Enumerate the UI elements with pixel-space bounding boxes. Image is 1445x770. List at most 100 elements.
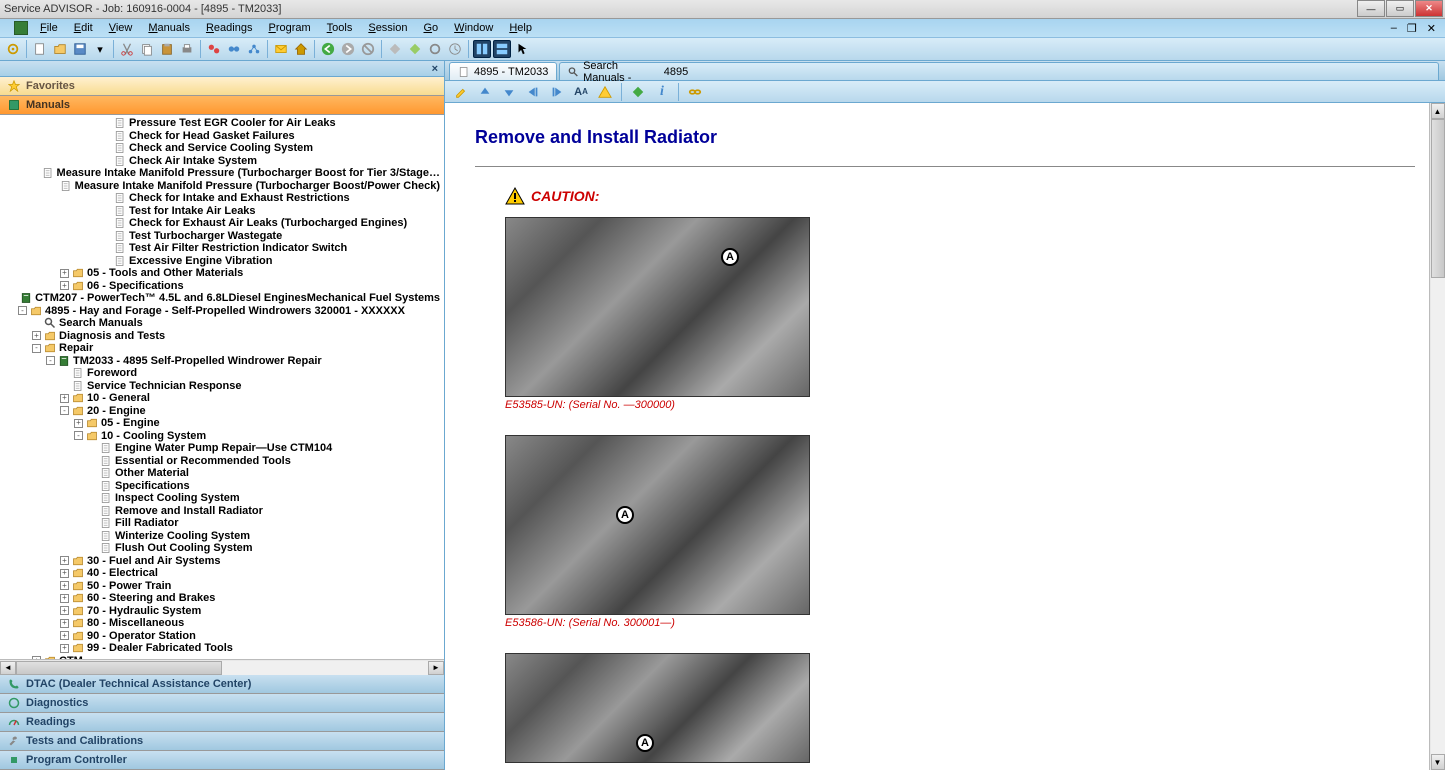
panel-close-icon[interactable]: × [432,63,438,75]
doc-diamond-icon[interactable] [628,83,648,101]
expand-icon[interactable]: + [60,631,69,640]
tool-view2-icon[interactable] [493,40,511,58]
expand-icon[interactable]: + [32,331,41,340]
doc-up-icon[interactable] [475,83,495,101]
tree-item[interactable]: +99 - Dealer Fabricated Tools [0,642,444,655]
tool-new-icon[interactable] [31,40,49,58]
expand-icon[interactable]: + [60,281,69,290]
collapse-icon[interactable]: - [74,431,83,440]
tool-view1-icon[interactable] [473,40,491,58]
search-tab[interactable]: Search Manuals - [559,62,1439,80]
tree-item[interactable]: +05 - Tools and Other Materials [0,267,444,280]
doc-info-icon[interactable]: i [652,83,672,101]
tool-clock-icon[interactable] [446,40,464,58]
tree-item[interactable]: +70 - Hydraulic System [0,605,444,618]
mdi-minimize[interactable]: – [1388,22,1400,35]
tree-item[interactable]: +05 - Engine [0,417,444,430]
tree-item[interactable]: Search Manuals [0,317,444,330]
scroll-down-icon[interactable]: ▼ [1431,754,1445,770]
menu-session[interactable]: Session [360,22,415,34]
tree-item[interactable]: +40 - Electrical [0,567,444,580]
doc-down-icon[interactable] [499,83,519,101]
doc-prev-icon[interactable] [523,83,543,101]
expand-icon[interactable]: + [60,594,69,603]
tree-item[interactable]: +90 - Operator Station [0,630,444,643]
tab-manuals[interactable]: Manuals [0,96,444,115]
tree-item[interactable]: +80 - Miscellaneous [0,617,444,630]
doc-vscroll[interactable]: ▲ ▼ [1429,103,1445,770]
expand-icon[interactable]: + [60,269,69,278]
tool-network-icon[interactable] [245,40,263,58]
tab-readings[interactable]: Readings [0,713,444,732]
menu-go[interactable]: Go [415,22,446,34]
expand-icon[interactable]: + [60,581,69,590]
minimize-button[interactable]: — [1357,0,1385,17]
tree-item[interactable]: +60 - Steering and Brakes [0,592,444,605]
maximize-button[interactable]: ▭ [1386,0,1414,17]
tool-cut-icon[interactable] [118,40,136,58]
collapse-icon[interactable]: - [60,406,69,415]
tree-item[interactable]: Inspect Cooling System [0,492,444,505]
tree-item[interactable]: Check for Exhaust Air Leaks (Turbocharge… [0,217,444,230]
tree-item[interactable]: Measure Intake Manifold Pressure (Turboc… [0,167,444,180]
tree-item[interactable]: Pressure Test EGR Cooler for Air Leaks [0,117,444,130]
tree-item[interactable]: Other Material [0,467,444,480]
tree-item[interactable]: Remove and Install Radiator [0,505,444,518]
tree-item[interactable]: Specifications [0,480,444,493]
scroll-right-icon[interactable]: ► [428,661,444,675]
tool-open-icon[interactable] [51,40,69,58]
expand-icon[interactable]: + [60,619,69,628]
tree-item[interactable]: -10 - Cooling System [0,430,444,443]
tree-item[interactable]: CTM207 - PowerTech™ 4.5L and 6.8LDiesel … [0,292,444,305]
doc-warn-icon[interactable] [595,83,615,101]
tool-diamond2-icon[interactable] [406,40,424,58]
tree-item[interactable]: Check for Head Gasket Failures [0,130,444,143]
doc-find-icon[interactable]: AA [571,83,591,101]
tree-item[interactable]: Flush Out Cooling System [0,542,444,555]
tree-item[interactable]: Excessive Engine Vibration [0,255,444,268]
tool-disconnect-icon[interactable] [205,40,223,58]
menu-help[interactable]: Help [501,22,540,34]
menu-view[interactable]: View [101,22,141,34]
menu-manuals[interactable]: Manuals [140,22,198,34]
tool-back-icon[interactable] [319,40,337,58]
menu-file[interactable]: File [32,22,66,34]
menu-readings[interactable]: Readings [198,22,261,34]
tab-program[interactable]: Program Controller [0,751,444,770]
tab-favorites[interactable]: Favorites [0,77,444,96]
expand-icon[interactable]: + [60,606,69,615]
menu-edit[interactable]: Edit [66,22,101,34]
doc-tab[interactable]: 4895 - TM2033 [449,62,557,80]
tree-item[interactable]: Engine Water Pump Repair—Use CTM104 [0,442,444,455]
scroll-up-icon[interactable]: ▲ [1431,103,1445,119]
tree-item[interactable]: +Diagnosis and Tests [0,330,444,343]
tree-item[interactable]: +30 - Fuel and Air Systems [0,555,444,568]
tree-item[interactable]: Fill Radiator [0,517,444,530]
tree-hscroll[interactable]: ◄ ► [0,659,444,675]
tree-item[interactable]: Essential or Recommended Tools [0,455,444,468]
tree-item[interactable]: +50 - Power Train [0,580,444,593]
expand-icon[interactable]: + [74,419,83,428]
manual-tree[interactable]: Pressure Test EGR Cooler for Air LeaksCh… [0,115,444,659]
tab-dtac[interactable]: DTAC (Dealer Technical Assistance Center… [0,675,444,694]
tree-item[interactable]: Test Air Filter Restriction Indicator Sw… [0,242,444,255]
tree-item[interactable]: +06 - Specifications [0,280,444,293]
mdi-close[interactable]: ✕ [1424,22,1439,35]
tree-item[interactable]: -TM2033 - 4895 Self-Propelled Windrower … [0,355,444,368]
tool-paste-icon[interactable] [158,40,176,58]
search-input[interactable] [664,66,1430,78]
close-button[interactable]: ✕ [1415,0,1443,17]
tool-diamond1-icon[interactable] [386,40,404,58]
tool-home-icon[interactable] [292,40,310,58]
collapse-icon[interactable]: - [46,356,55,365]
tool-mail-icon[interactable] [272,40,290,58]
vscroll-thumb[interactable] [1431,119,1445,278]
tool-gear2-icon[interactable] [426,40,444,58]
tree-item[interactable]: Test Turbocharger Wastegate [0,230,444,243]
tree-item[interactable]: -4895 - Hay and Forage - Self-Propelled … [0,305,444,318]
tool-print-icon[interactable] [178,40,196,58]
tree-item[interactable]: Check Air Intake System [0,155,444,168]
tree-item[interactable]: Service Technician Response [0,380,444,393]
mdi-restore[interactable]: ❐ [1404,22,1420,35]
tree-item[interactable]: -Repair [0,342,444,355]
